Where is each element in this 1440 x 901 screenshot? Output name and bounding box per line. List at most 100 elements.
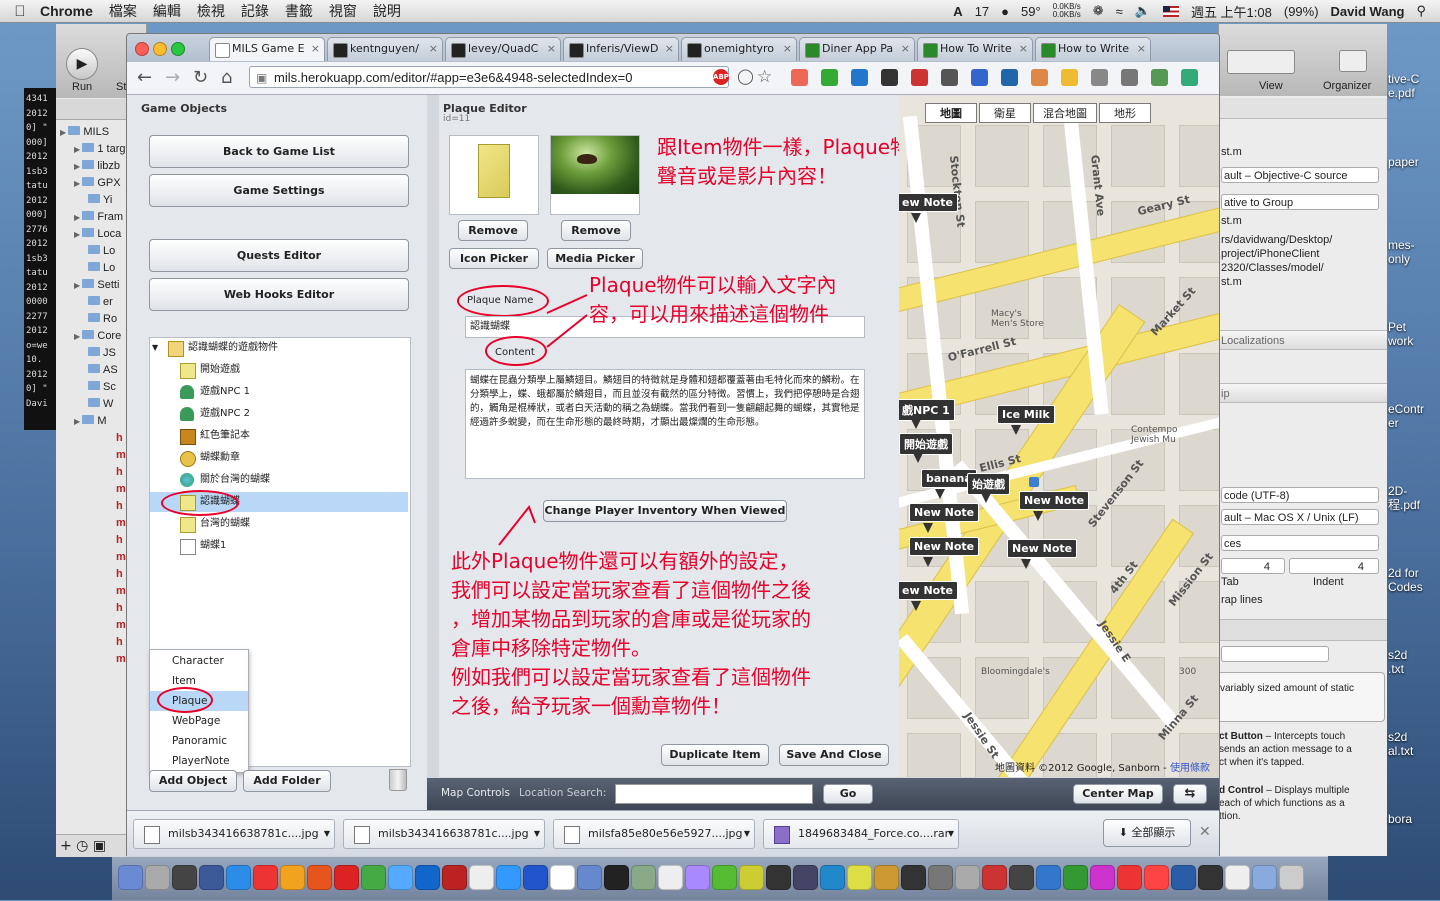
dock-app-icon[interactable] xyxy=(1279,865,1304,890)
user-menu[interactable]: David Wang xyxy=(1331,4,1405,19)
map-pin[interactable]: New Note xyxy=(909,503,980,522)
extension-icon[interactable] xyxy=(1181,69,1198,86)
extension-icon[interactable] xyxy=(791,69,808,86)
desktop-file-icon[interactable]: paper xyxy=(1388,155,1440,169)
tab-2[interactable]: levey/QuadC × xyxy=(445,37,561,61)
tree-item[interactable]: 遊戲NPC 1 xyxy=(150,382,408,402)
dock-app-icon[interactable] xyxy=(469,865,494,890)
dock-app-icon[interactable] xyxy=(145,865,170,890)
menu-item-panoramic[interactable]: Panoramic xyxy=(150,731,248,751)
evernote-icon[interactable]: ● xyxy=(1001,4,1009,19)
tree-item[interactable]: 關於台灣的蝴蝶 xyxy=(150,470,408,490)
close-tab-icon[interactable]: × xyxy=(547,38,556,60)
battery[interactable]: (99%) xyxy=(1284,4,1319,19)
close-tab-icon[interactable]: × xyxy=(429,38,438,60)
dock-app-icon[interactable] xyxy=(118,865,143,890)
dock-app-icon[interactable] xyxy=(955,865,980,890)
disclosure-icon[interactable]: ▶ xyxy=(74,417,82,426)
download-item[interactable]: milsfa85e80e56e5927....jpg ▼ xyxy=(553,819,755,849)
dock-app-icon[interactable] xyxy=(199,865,224,890)
tab-0[interactable]: MILS Game E × xyxy=(209,37,325,61)
dock-app-icon[interactable] xyxy=(847,865,872,890)
web-hooks-editor-button[interactable]: Web Hooks Editor xyxy=(149,278,409,311)
adblock-icon[interactable]: ABP xyxy=(713,69,729,85)
map-pin[interactable]: New Note xyxy=(1019,491,1090,510)
close-tab-icon[interactable]: × xyxy=(1137,38,1146,60)
dock-app-icon[interactable] xyxy=(307,865,332,890)
menu-item-character[interactable]: Character xyxy=(150,651,248,671)
line-endings-select[interactable]: ault – Mac OS X / Unix (LF) xyxy=(1221,509,1379,525)
tab-width-field[interactable]: 4 xyxy=(1221,558,1285,574)
download-item[interactable]: milsb343416638781c....jpg ▼ xyxy=(133,819,335,849)
close-downloads-icon[interactable]: ✕ xyxy=(1199,824,1211,840)
library-item-1[interactable]: variably sized amount of static xyxy=(1217,672,1385,722)
network-monitor[interactable]: 0.0KB/s 0.0KB/s xyxy=(1053,3,1081,19)
dock-app-icon[interactable] xyxy=(631,865,656,890)
apple-menu-icon[interactable]:  xyxy=(0,3,40,20)
map-pin[interactable]: New Note xyxy=(909,537,980,556)
extension-icon[interactable] xyxy=(1151,69,1168,86)
close-tab-icon[interactable]: × xyxy=(311,38,320,60)
dock-app-icon[interactable] xyxy=(712,865,737,890)
location-select[interactable]: ative to Group xyxy=(1221,194,1379,210)
extension-icon[interactable] xyxy=(1091,69,1108,86)
reload-icon[interactable]: ↻ xyxy=(193,67,208,88)
dock-app-icon[interactable] xyxy=(1036,865,1061,890)
download-menu-icon[interactable]: ▼ xyxy=(744,820,750,848)
dock-app-icon[interactable] xyxy=(982,865,1007,890)
dock-app-icon[interactable] xyxy=(172,865,197,890)
map-type-0[interactable]: 地圖 xyxy=(925,103,977,123)
disclosure-icon[interactable]: ▶ xyxy=(74,162,82,171)
dock-app-icon[interactable] xyxy=(874,865,899,890)
go-button[interactable]: Go xyxy=(823,784,873,804)
dock-app-icon[interactable] xyxy=(1144,865,1169,890)
indent-using-select[interactable]: ces xyxy=(1221,535,1379,551)
bulb-icon[interactable]: ◯ xyxy=(737,67,754,85)
dock-app-icon[interactable] xyxy=(1225,865,1250,890)
tree-item[interactable]: 開始遊戲 xyxy=(150,360,408,380)
dock-app-icon[interactable] xyxy=(442,865,467,890)
show-all-downloads-button[interactable]: ⬇ 全部顯示 xyxy=(1103,819,1191,847)
dock-app-icon[interactable] xyxy=(1171,865,1196,890)
add-folder-button[interactable]: Add Folder xyxy=(243,770,331,792)
menu-0[interactable]: 檔案 xyxy=(109,1,137,21)
bluetooth-icon[interactable]: ❁ xyxy=(1093,3,1104,19)
dock-app-icon[interactable] xyxy=(523,865,548,890)
dock-app-icon[interactable] xyxy=(1090,865,1115,890)
back-icon[interactable]: ← xyxy=(137,67,152,88)
extension-icon[interactable] xyxy=(1001,69,1018,86)
disclosure-icon[interactable]: ▶ xyxy=(74,145,82,154)
terms-link[interactable]: 使用條款 xyxy=(1170,763,1210,774)
location-search-input[interactable] xyxy=(615,784,813,804)
map-type-1[interactable]: 衛星 xyxy=(979,103,1031,123)
extension-icon[interactable] xyxy=(1061,69,1078,86)
file-name[interactable]: st.m xyxy=(1221,146,1383,158)
close-tab-icon[interactable]: × xyxy=(1019,38,1028,60)
dock-app-icon[interactable] xyxy=(415,865,440,890)
wrap-lines-checkbox[interactable]: rap lines xyxy=(1221,594,1383,606)
map-pin[interactable]: Ice Milk xyxy=(997,405,1055,424)
map-pin[interactable]: 開始遊戲 xyxy=(899,433,953,455)
refresh-map-icon[interactable]: ⇆ xyxy=(1173,784,1207,804)
organizer-icon[interactable] xyxy=(1339,50,1367,72)
window-button-icon[interactable] xyxy=(135,42,149,56)
menu-5[interactable]: 視窗 xyxy=(329,1,357,21)
desktop-file-icon[interactable]: 2d for Codes xyxy=(1388,566,1440,594)
menu-6[interactable]: 說明 xyxy=(373,1,401,21)
disclosure-icon[interactable]: ▶ xyxy=(74,179,82,188)
trash-icon[interactable] xyxy=(389,769,407,791)
tab-1[interactable]: kentnguyen/ × xyxy=(327,37,443,61)
game-settings-button[interactable]: Game Settings xyxy=(149,174,409,207)
tree-item[interactable]: 蝴蝶勳章 xyxy=(150,448,408,468)
extension-icon[interactable] xyxy=(821,69,838,86)
dock-app-icon[interactable] xyxy=(739,865,764,890)
volume-icon[interactable]: 🔈 xyxy=(1135,3,1151,19)
spotlight-icon[interactable]: ⚲ xyxy=(1416,3,1426,19)
flag-icon[interactable] xyxy=(1162,5,1179,17)
window-button-icon[interactable] xyxy=(171,42,185,56)
close-tab-icon[interactable]: × xyxy=(901,38,910,60)
tab-7[interactable]: How to Write × xyxy=(1035,37,1151,61)
download-menu-icon[interactable]: ▼ xyxy=(948,820,954,848)
address-bar[interactable]: ▣ mils.herokuapp.com/editor/#app=e3e6&49… xyxy=(249,66,729,88)
dock-app-icon[interactable] xyxy=(1009,865,1034,890)
